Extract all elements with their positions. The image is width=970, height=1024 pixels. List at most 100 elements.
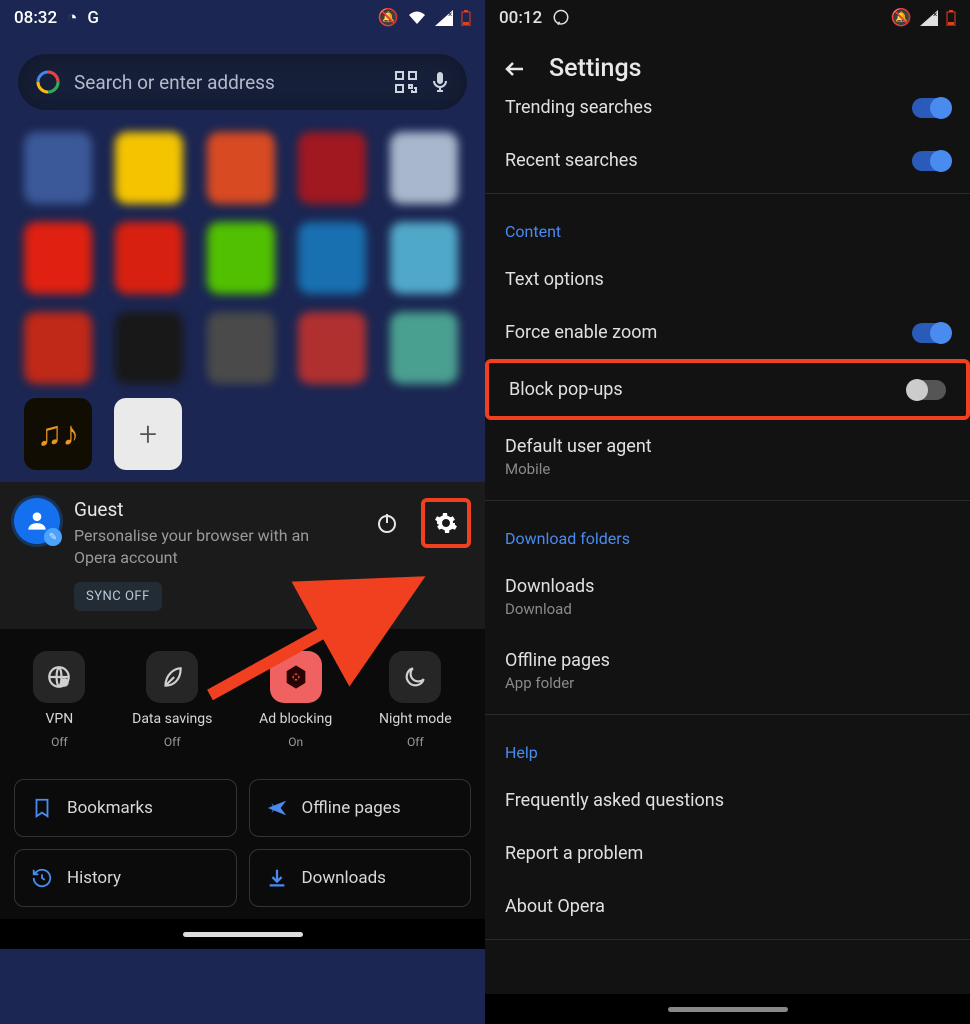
profile-panel: ✎ Guest Personalise your browser with an…: [0, 482, 485, 629]
toggle[interactable]: [912, 323, 950, 343]
row-text-options[interactable]: Text options: [485, 253, 970, 306]
quick-data-savings[interactable]: Data savings Off: [132, 651, 212, 749]
speed-dial-tile[interactable]: [115, 312, 183, 384]
row-sub: App folder: [505, 674, 610, 692]
speed-dial-tile[interactable]: [390, 132, 458, 204]
row-block-pop-ups[interactable]: Block pop-ups: [485, 359, 970, 420]
quick-ad-blocking[interactable]: Ad blockingOn: [259, 651, 332, 749]
toggle[interactable]: [912, 98, 950, 118]
big-btn-label: Downloads: [302, 868, 386, 888]
row-label: Downloads: [505, 576, 594, 597]
quick-sub: On: [288, 735, 303, 749]
toggle[interactable]: [908, 380, 946, 400]
leaf-icon: [146, 651, 198, 703]
dnd-icon: 🔕: [891, 8, 912, 28]
svg-text:×: ×: [448, 10, 452, 19]
row-label: Report a problem: [505, 843, 643, 864]
speed-dial-tile[interactable]: [115, 132, 183, 204]
profile-sub: Personalise your browser with an Opera a…: [74, 525, 353, 568]
firefox-icon: ◔: [67, 8, 77, 28]
row-force-enable-zoom[interactable]: Force enable zoom: [485, 306, 970, 359]
quick-vpn[interactable]: VPNOff: [33, 651, 85, 749]
back-icon[interactable]: [503, 57, 527, 81]
mic-icon[interactable]: [431, 71, 449, 93]
speed-dial-tile[interactable]: [298, 222, 366, 294]
row-label: Block pop-ups: [509, 379, 623, 400]
row-downloads[interactable]: Downloads Download: [485, 560, 970, 634]
quick-label: VPN: [46, 711, 74, 727]
battery-low-icon: [461, 10, 471, 26]
speed-dial-tile[interactable]: [207, 222, 275, 294]
status-bar: 00:12 🔕 ×: [485, 0, 970, 36]
row-label: Force enable zoom: [505, 322, 657, 343]
speed-dial-tile[interactable]: [115, 222, 183, 294]
search-placeholder: Search or enter address: [74, 71, 381, 94]
toggle[interactable]: [912, 151, 950, 171]
moon-icon: [389, 651, 441, 703]
add-tile-button[interactable]: +: [114, 398, 182, 470]
big-btn-label: History: [67, 868, 121, 888]
row-sub: Mobile: [505, 460, 652, 478]
big-grid: Bookmarks Offline pages History Downloads: [0, 767, 485, 919]
offline-pages-button[interactable]: Offline pages: [249, 779, 472, 837]
sync-chip[interactable]: SYNC OFF: [74, 582, 162, 611]
section-heading: Content: [485, 200, 970, 253]
android-navbar: [485, 994, 970, 1024]
speed-dial-tile[interactable]: [390, 222, 458, 294]
row-default-user-agent[interactable]: Default user agent Mobile: [485, 420, 970, 494]
speed-dial-tile[interactable]: [24, 312, 92, 384]
speed-dial-tile[interactable]: [390, 312, 458, 384]
speed-dial-tile[interactable]: [298, 312, 366, 384]
quick-row: VPNOffData savingsOffAd blockingOnNight …: [0, 629, 485, 767]
wifi-icon: [407, 10, 427, 26]
history-button[interactable]: History: [14, 849, 237, 907]
row-frequently-asked-questions[interactable]: Frequently asked questions: [485, 774, 970, 827]
avatar[interactable]: ✎: [14, 498, 60, 544]
status-time: 08:32: [14, 8, 57, 28]
exit-button[interactable]: [367, 503, 407, 543]
downloads-button[interactable]: Downloads: [249, 849, 472, 907]
settings-header: Settings: [485, 36, 970, 97]
settings-list: Trending searches Recent searches Content T…: [485, 97, 970, 946]
row-about-opera[interactable]: About Opera: [485, 880, 970, 933]
row-label: Text options: [505, 269, 604, 290]
speed-dial-tile[interactable]: [207, 132, 275, 204]
section-heading: Help: [485, 721, 970, 774]
bookmarks-button[interactable]: Bookmarks: [14, 779, 237, 837]
row-sub: Download: [505, 600, 594, 618]
speed-dial-tile[interactable]: [24, 222, 92, 294]
settings-button[interactable]: [421, 498, 471, 548]
speed-dial-tile[interactable]: [207, 312, 275, 384]
row-label: Recent searches: [505, 150, 638, 171]
qr-icon[interactable]: [395, 71, 417, 93]
music-tile[interactable]: ♫♪: [24, 398, 92, 470]
section-heading: Download folders: [485, 507, 970, 560]
quick-night-mode[interactable]: Night modeOff: [379, 651, 452, 749]
chrome-icon: G: [87, 8, 99, 28]
row-trending-searches[interactable]: Trending searches: [485, 97, 970, 134]
row-label: Default user agent: [505, 436, 652, 457]
android-navbar: [0, 919, 485, 949]
speed-dial-tile[interactable]: [24, 132, 92, 204]
profile-name: Guest: [74, 498, 353, 521]
row-report-a-problem[interactable]: Report a problem: [485, 827, 970, 880]
phone-left-opera-home: 08:32 ◔ G 🔕 × Search or enter address ♫♪…: [0, 0, 485, 1024]
row-label: Offline pages: [505, 650, 610, 671]
dnd-icon: 🔕: [378, 8, 399, 28]
row-recent-searches[interactable]: Recent searches: [485, 134, 970, 187]
speed-dial-extra-row: ♫♪ +: [0, 398, 485, 482]
quick-sub: Off: [164, 735, 181, 749]
signal-icon: ×: [920, 10, 938, 26]
speed-dial-tile[interactable]: [298, 132, 366, 204]
hex-icon: [270, 651, 322, 703]
globe-icon: [33, 651, 85, 703]
row-label: Trending searches: [505, 97, 652, 118]
settings-title: Settings: [549, 54, 642, 83]
quick-label: Data savings: [132, 711, 212, 727]
row-offline-pages[interactable]: Offline pages App folder: [485, 634, 970, 708]
status-bar: 08:32 ◔ G 🔕 ×: [0, 0, 485, 36]
search-bar[interactable]: Search or enter address: [18, 54, 467, 110]
google-logo-icon: [36, 70, 60, 94]
quick-sub: Off: [407, 735, 424, 749]
big-btn-label: Bookmarks: [67, 798, 153, 818]
